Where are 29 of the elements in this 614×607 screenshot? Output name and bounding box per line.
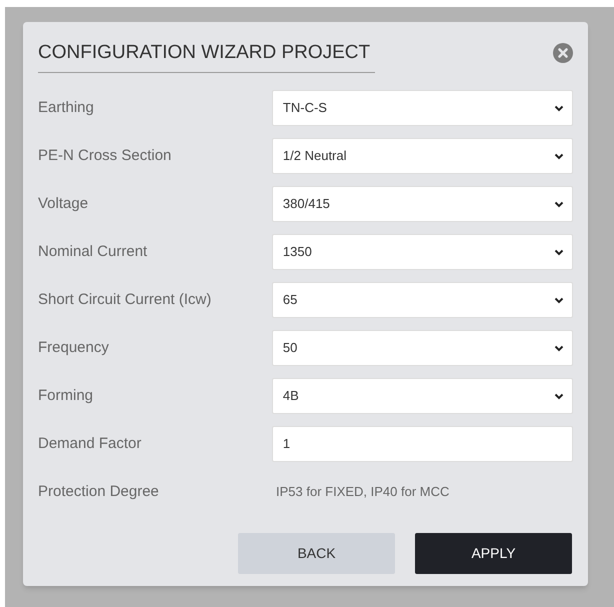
dropdown[interactable]: 50 (272, 330, 573, 366)
dialog-title: CONFIGURATION WIZARD PROJECT (38, 42, 375, 73)
field-label: Frequency (38, 338, 110, 358)
back-button[interactable]: BACK (238, 533, 395, 574)
close-icon[interactable] (553, 43, 573, 63)
dropdown[interactable]: TN-C-S (272, 90, 573, 126)
field-label: Short Circuit Current (Icw) (38, 290, 212, 310)
field-label: Voltage (38, 194, 90, 214)
dropdown[interactable]: 65 (272, 282, 573, 318)
chevron-down-icon (554, 248, 564, 256)
chevron-down-icon (554, 344, 564, 352)
input-field[interactable]: 1 (272, 426, 573, 462)
field-label: Nominal Current (38, 242, 148, 262)
chevron-down-icon (554, 392, 564, 400)
dropdown[interactable]: 1/2 Neutral (272, 138, 573, 174)
field-label: Protection Degree (38, 482, 160, 502)
field-label: Forming (38, 386, 94, 406)
field-label: Demand Factor (38, 434, 142, 454)
chevron-down-icon (554, 104, 564, 112)
dropdown[interactable]: 1350 (272, 234, 573, 270)
dropdown[interactable]: 380/415 (272, 186, 573, 222)
dropdown[interactable]: 4B (272, 378, 573, 414)
field-value: IP53 for FIXED, IP40 for MCC (276, 483, 450, 502)
chevron-down-icon (554, 152, 564, 160)
field-label: Earthing (38, 98, 95, 118)
field-label: PE-N Cross Section (38, 146, 172, 166)
chevron-down-icon (554, 296, 564, 304)
chevron-down-icon (554, 200, 564, 208)
apply-button[interactable]: APPLY (415, 533, 572, 574)
